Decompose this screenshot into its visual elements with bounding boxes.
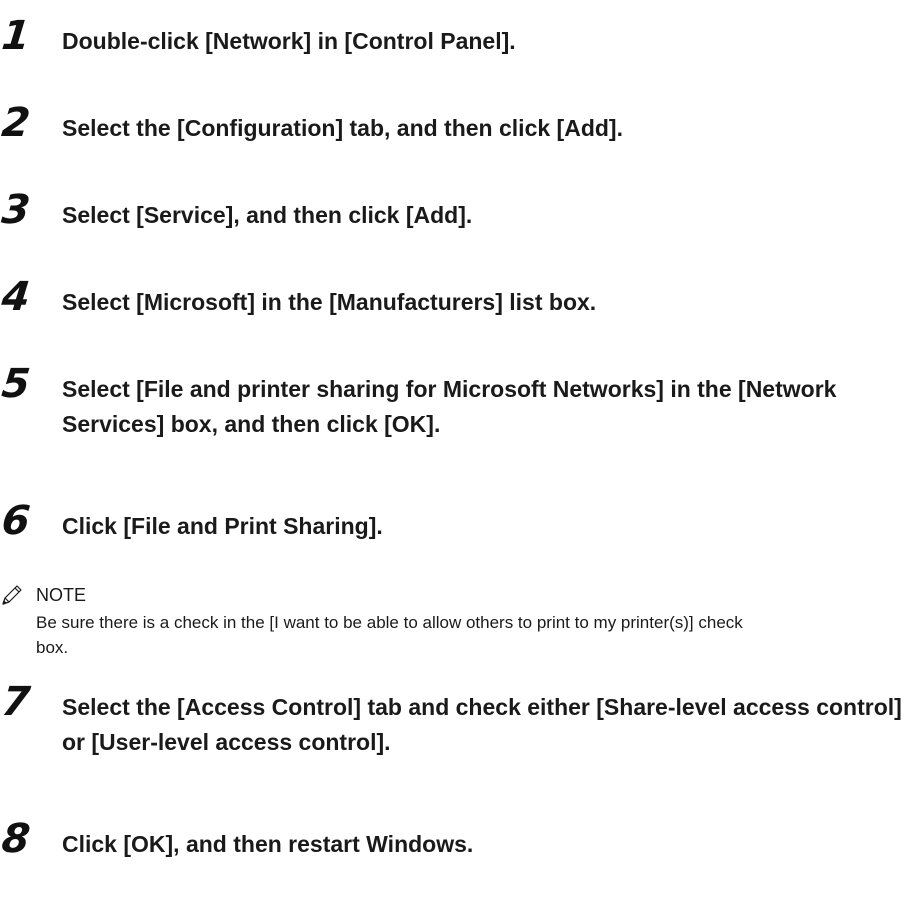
step-number: 6	[0, 498, 33, 544]
step-number: 7	[0, 679, 33, 725]
step-text: Click [File and Print Sharing].	[62, 513, 383, 539]
step-text: Select [Microsoft] in the [Manufacturers…	[62, 289, 597, 315]
note-text: Be sure there is a check in the [I want …	[36, 613, 743, 657]
step-text: Select [Service], and then click [Add].	[62, 202, 473, 228]
step-number: 2	[0, 100, 33, 146]
step-number: 8	[0, 816, 33, 862]
step-number: 5	[0, 361, 33, 407]
step-text: Double-click [Network] in [Control Panel…	[62, 28, 516, 54]
step-text: Select the [Configuration] tab, and then…	[62, 115, 623, 141]
note-label: NOTE	[36, 585, 87, 605]
step-text: Click [OK], and then restart Windows.	[62, 831, 474, 857]
step-number: 1	[0, 13, 33, 59]
step-text: Select [File and printer sharing for Mic…	[62, 376, 837, 437]
pencil-icon	[0, 583, 24, 607]
step-text: Select the [Access Control] tab and chec…	[62, 694, 902, 755]
step-number: 4	[0, 274, 33, 320]
step-number: 3	[0, 187, 33, 233]
